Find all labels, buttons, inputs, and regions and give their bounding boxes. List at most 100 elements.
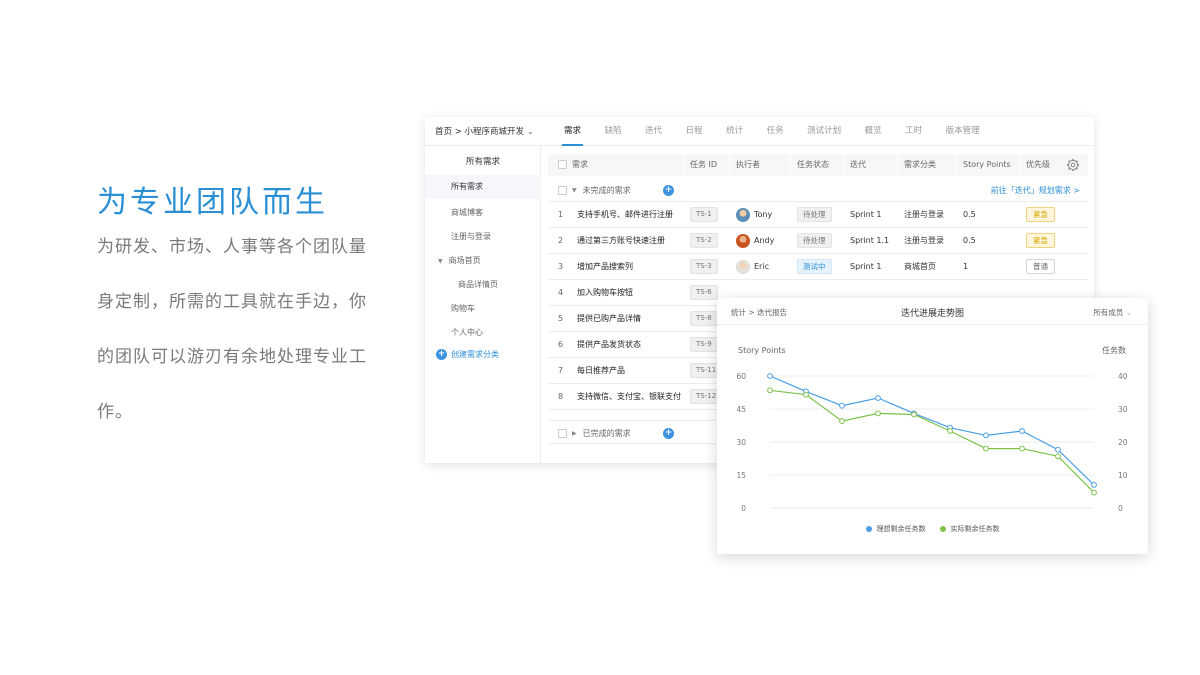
assignee[interactable]: Tony <box>736 202 772 228</box>
module-tabs: 需求 缺陷 迭代 日程 统计 任务 测试计划 概览 工时 版本管理 <box>561 117 1003 146</box>
caret-right-icon: ▶ <box>572 430 577 437</box>
data-point[interactable] <box>911 411 917 418</box>
avatar <box>736 207 750 222</box>
caret-down-icon: ▼ <box>438 258 443 265</box>
data-point[interactable] <box>1055 453 1061 460</box>
data-point[interactable] <box>803 391 809 398</box>
tab-tasks[interactable]: 任务 <box>767 117 784 146</box>
gear-icon[interactable] <box>1066 158 1080 172</box>
requirement-name[interactable]: 支持手机号、邮件进行注册 <box>577 202 673 228</box>
category: 商城首页 <box>904 262 936 271</box>
tab-versions[interactable]: 版本管理 <box>946 117 980 146</box>
plan-iteration-link[interactable]: 前往「迭代」规划需求 > <box>991 185 1080 196</box>
sidebar-item-profile[interactable]: 个人中心 <box>451 327 483 338</box>
y-tick-label: 45 <box>736 405 746 414</box>
tab-statistics[interactable]: 统计 <box>726 117 743 146</box>
y2-tick-label: 10 <box>1118 471 1128 480</box>
legend-item-ideal: 理想剩余任务数 <box>865 524 926 534</box>
tab-overview[interactable]: 概览 <box>865 117 882 146</box>
project-switcher[interactable]: 首页 > 小程序商城开发 ⌄ <box>435 125 534 137</box>
tab-defects[interactable]: 缺陷 <box>605 117 622 146</box>
status-badge[interactable]: 待处理 <box>797 202 832 228</box>
task-id: TS-9 <box>690 332 718 358</box>
data-point[interactable] <box>767 373 773 379</box>
create-category-label: 创建需求分类 <box>451 350 499 359</box>
select-all-checkbox[interactable] <box>558 154 567 176</box>
priority-badge[interactable]: 紧急 <box>1026 228 1055 254</box>
col-task-id: 任务 ID <box>690 160 718 169</box>
sprint: Sprint 1 <box>850 210 882 219</box>
sidebar-item-register[interactable]: 注册与登录 <box>451 231 491 242</box>
priority-badge[interactable]: 紧急 <box>1026 202 1055 228</box>
data-point[interactable] <box>983 445 989 452</box>
group-incomplete: ▼ 未完成的需求 + 前往「迭代」规划需求 > <box>548 178 1088 202</box>
caret-down-icon: ▼ <box>572 187 577 194</box>
data-point[interactable] <box>767 387 773 394</box>
data-point[interactable] <box>1019 428 1025 434</box>
status-badge[interactable]: 测试中 <box>797 254 832 280</box>
sidebar-item-home[interactable]: ▼ 商场首页 <box>438 255 481 266</box>
data-point[interactable] <box>875 410 881 417</box>
y-tick-label: 0 <box>741 504 746 513</box>
y2-tick-label: 0 <box>1118 504 1123 513</box>
category: 注册与登录 <box>904 236 944 245</box>
requirement-name[interactable]: 通过第三方账号快速注册 <box>577 228 665 254</box>
table-row[interactable]: 2 通过第三方账号快速注册 TS-2 Andy 待处理 Sprint 1.1 注… <box>548 228 1088 254</box>
add-requirement-button[interactable]: + <box>663 428 674 439</box>
table-header: 需求 任务 ID 执行者 任务状态 迭代 需求分类 Story Points 优… <box>548 154 1088 176</box>
requirement-name[interactable]: 提供产品发货状态 <box>577 332 641 358</box>
group-complete-label[interactable]: ▶ 已完成的需求 <box>558 428 631 439</box>
requirement-name[interactable]: 支持微信、支付宝、银联支付 <box>577 384 681 410</box>
col-category: 需求分类 <box>904 160 936 169</box>
data-point[interactable] <box>839 418 845 424</box>
group-incomplete-label[interactable]: ▼ 未完成的需求 <box>558 185 631 196</box>
create-category-button[interactable]: + 创建需求分类 <box>436 349 499 360</box>
tab-schedule[interactable]: 日程 <box>686 117 703 146</box>
row-number: 3 <box>558 262 564 271</box>
add-requirement-button[interactable]: + <box>663 185 674 196</box>
task-id: TS-6 <box>690 280 718 306</box>
priority-badge[interactable]: 普通 <box>1026 254 1055 280</box>
sidebar-item-cart[interactable]: 购物车 <box>451 303 475 314</box>
group-checkbox[interactable] <box>558 429 567 438</box>
table-row[interactable]: 1 支持手机号、邮件进行注册 TS-1 Tony 待处理 Sprint 1 注册… <box>548 202 1088 228</box>
avatar <box>736 233 750 248</box>
data-point[interactable] <box>875 395 881 401</box>
sidebar-item-all[interactable]: 所有需求 <box>425 175 541 199</box>
story-points: 1 <box>963 262 969 271</box>
data-point[interactable] <box>983 432 989 439</box>
requirement-name[interactable]: 每日推荐产品 <box>577 358 625 384</box>
sidebar-item-blog[interactable]: 商城博客 <box>451 207 483 218</box>
group-checkbox[interactable] <box>558 186 567 195</box>
plus-icon: + <box>436 349 447 360</box>
sidebar-item-product-detail[interactable]: 商品详情页 <box>458 279 498 290</box>
data-point[interactable] <box>1091 482 1097 488</box>
tab-test-plan[interactable]: 测试计划 <box>807 117 841 146</box>
data-point[interactable] <box>1019 445 1025 452</box>
requirement-name[interactable]: 增加产品搜索列 <box>577 254 633 280</box>
col-priority: 优先级 <box>1026 160 1050 169</box>
data-point[interactable] <box>839 402 845 409</box>
col-assignee: 执行者 <box>736 160 760 169</box>
table-row[interactable]: 3 增加产品搜索列 TS-3 Eric 测试中 Sprint 1 商城首页 1 … <box>548 254 1088 280</box>
status-badge[interactable]: 待处理 <box>797 228 832 254</box>
tab-requirements[interactable]: 需求 <box>561 117 584 146</box>
tab-work-hours[interactable]: 工时 <box>905 117 922 146</box>
requirement-name[interactable]: 加入购物车按钮 <box>577 280 633 306</box>
data-point[interactable] <box>947 428 953 434</box>
assignee[interactable]: Andy <box>736 228 774 254</box>
requirement-name[interactable]: 提供已购产品详情 <box>577 306 641 332</box>
sidebar-header: 所有需求 <box>465 157 500 167</box>
group-title: 已完成的需求 <box>582 429 631 438</box>
sidebar: 所有需求 所有需求 商城博客 注册与登录 ▼ 商场首页 商品详情页 购物车 个人中… <box>425 146 541 463</box>
assignee[interactable]: Eric <box>736 254 769 280</box>
col-sprint: 迭代 <box>850 160 866 169</box>
story-points: 0.5 <box>963 236 976 245</box>
y-tick-label: 15 <box>736 471 746 480</box>
hero-description: 为研发、市场、人事等各个团队量身定制，所需的工具就在手边，你的团队可以游刃有余地… <box>97 237 367 422</box>
data-point[interactable] <box>1055 446 1061 453</box>
tab-iterations[interactable]: 迭代 <box>645 117 662 146</box>
data-point[interactable] <box>1091 489 1097 496</box>
task-id: TS-2 <box>690 228 718 254</box>
series-line-0 <box>769 375 1095 486</box>
